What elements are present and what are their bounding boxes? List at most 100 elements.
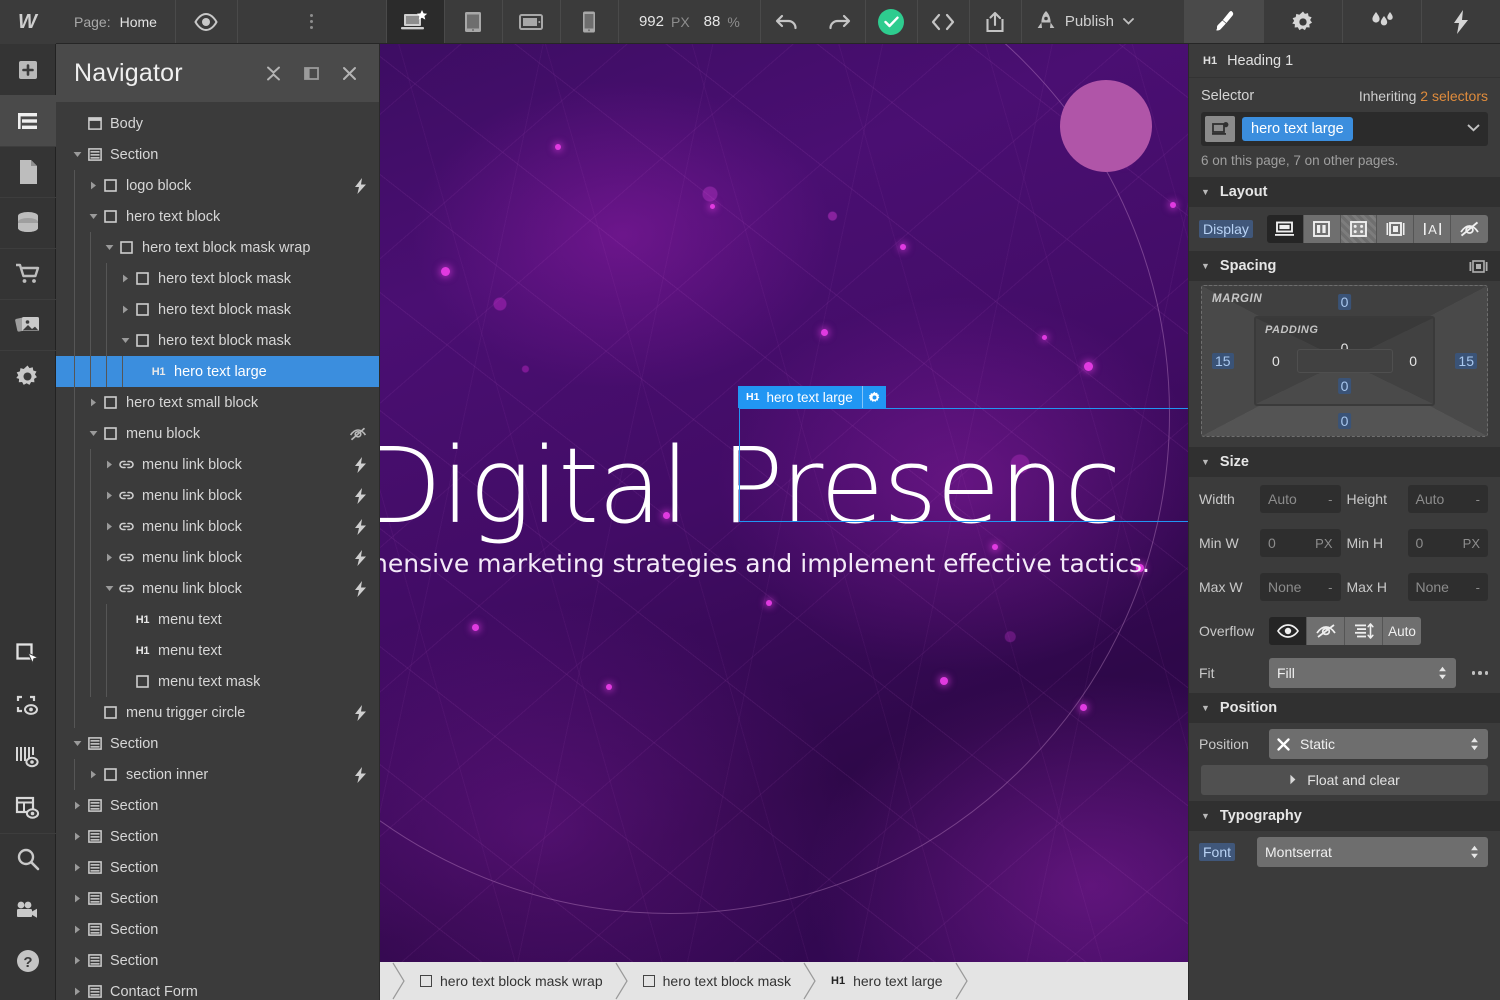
- tree-item[interactable]: menu link block: [56, 449, 379, 480]
- chevron-right-icon[interactable]: [102, 551, 116, 565]
- display-none[interactable]: [1451, 215, 1488, 243]
- tree-item[interactable]: hero text small block: [56, 387, 379, 418]
- fit-select[interactable]: Fill: [1269, 658, 1456, 688]
- interaction-bolt-icon[interactable]: [354, 487, 367, 504]
- tree-item[interactable]: menu link block: [56, 573, 379, 604]
- tree-item[interactable]: H1 menu text: [56, 604, 379, 635]
- display-block[interactable]: [1266, 215, 1304, 243]
- section-header-layout[interactable]: ▼ Layout: [1189, 177, 1500, 207]
- tree-item[interactable]: Contact Form: [56, 976, 379, 1000]
- display-flex[interactable]: [1303, 215, 1341, 243]
- interaction-bolt-icon[interactable]: [354, 766, 367, 783]
- chevron-down-icon[interactable]: [86, 210, 100, 224]
- chevron-down-icon[interactable]: [86, 427, 100, 441]
- chevron-right-icon[interactable]: [86, 179, 100, 193]
- breadcrumb-item[interactable]: hero text block mask: [631, 962, 805, 1000]
- margin-right-value[interactable]: 15: [1455, 353, 1477, 369]
- rail-item-show-layout[interactable]: [0, 782, 56, 833]
- chevron-right-icon[interactable]: [70, 861, 84, 875]
- tree-item[interactable]: menu text mask: [56, 666, 379, 697]
- section-header-size[interactable]: ▼ Size: [1189, 447, 1500, 477]
- design-canvas[interactable]: Digital Presenc hensive marketing strate…: [380, 44, 1188, 1000]
- height-input[interactable]: Auto -: [1407, 485, 1488, 513]
- padding-bottom-value[interactable]: 0: [1337, 378, 1352, 394]
- hero-subtext[interactable]: hensive marketing strategies and impleme…: [380, 549, 1188, 578]
- class-chip[interactable]: hero text large: [1242, 117, 1353, 141]
- float-and-clear-button[interactable]: Float and clear: [1201, 765, 1488, 795]
- font-select[interactable]: Montserrat: [1257, 837, 1488, 867]
- hero-heading[interactable]: Digital Presenc: [380, 431, 1188, 541]
- tree-item[interactable]: hero text block mask: [56, 325, 379, 356]
- tab-interactions[interactable]: [1342, 0, 1421, 43]
- tree-item[interactable]: menu link block: [56, 542, 379, 573]
- chevron-right-icon[interactable]: [70, 923, 84, 937]
- maxw-input[interactable]: None -: [1260, 573, 1341, 601]
- chevron-right-icon[interactable]: [102, 458, 116, 472]
- overflow-scroll[interactable]: [1345, 617, 1383, 645]
- tree-item[interactable]: Section: [56, 883, 379, 914]
- rail-item-show-element-outlines[interactable]: [0, 680, 56, 731]
- chevron-down-icon[interactable]: [102, 241, 116, 255]
- rail-item-cms[interactable]: [0, 197, 56, 248]
- tree-item[interactable]: Section: [56, 728, 379, 759]
- section-header-position[interactable]: ▼ Position: [1189, 693, 1500, 723]
- padding-right-value[interactable]: 0: [1409, 353, 1417, 369]
- tree-item[interactable]: hero text block mask: [56, 294, 379, 325]
- dock-panel-icon[interactable]: [297, 65, 325, 82]
- more-options-button[interactable]: [238, 0, 386, 43]
- webflow-logo[interactable]: W: [0, 0, 56, 44]
- tree-item[interactable]: hero text block mask wrap: [56, 232, 379, 263]
- tree-item[interactable]: H1 menu text: [56, 635, 379, 666]
- maxh-input[interactable]: None -: [1407, 573, 1488, 601]
- tree-item[interactable]: Section: [56, 139, 379, 170]
- interaction-bolt-icon[interactable]: [354, 549, 367, 566]
- margin-top-value[interactable]: 0: [1337, 294, 1352, 310]
- code-view-button[interactable]: [916, 0, 969, 43]
- chevron-right-icon[interactable]: [70, 799, 84, 813]
- chevron-right-icon[interactable]: [70, 954, 84, 968]
- breadcrumb-item[interactable]: H1 hero text large: [819, 962, 957, 1000]
- tree-item[interactable]: H1 hero text large: [56, 356, 379, 387]
- position-select[interactable]: Static: [1269, 729, 1488, 759]
- rail-item-help[interactable]: ?: [0, 935, 56, 986]
- width-input[interactable]: Auto -: [1260, 485, 1341, 513]
- close-icon[interactable]: [335, 65, 363, 82]
- rail-item-assets[interactable]: [0, 299, 56, 350]
- gear-icon[interactable]: [861, 386, 886, 408]
- padding-box[interactable]: PADDING 0 0 0 0: [1254, 316, 1435, 406]
- overflow-visible[interactable]: [1269, 617, 1307, 645]
- minh-input[interactable]: 0 PX: [1407, 529, 1488, 557]
- navigator-tree[interactable]: Body Section logo block hero text block hero…: [56, 102, 379, 1000]
- rail-item-pages[interactable]: [0, 146, 56, 197]
- chevron-down-icon[interactable]: [102, 582, 116, 596]
- section-header-typography[interactable]: ▼ Typography: [1189, 801, 1500, 831]
- redo-button[interactable]: [813, 0, 865, 43]
- display-inline[interactable]: A: [1414, 215, 1452, 243]
- margin-box[interactable]: MARGIN 0 0 15 15 PADDING 0 0 0 0: [1201, 285, 1488, 437]
- x-icon[interactable]: [1277, 737, 1290, 751]
- chevron-right-icon[interactable]: [118, 303, 132, 317]
- chevron-right-icon[interactable]: [86, 396, 100, 410]
- tab-settings[interactable]: [1263, 0, 1342, 43]
- tree-item[interactable]: Section: [56, 945, 379, 976]
- rail-item-add-elements[interactable]: [0, 44, 56, 95]
- selection-label-badge[interactable]: H1 hero text large: [738, 386, 886, 408]
- interaction-bolt-icon[interactable]: [354, 580, 367, 597]
- publish-button[interactable]: Publish: [1020, 0, 1157, 43]
- state-icon[interactable]: [1205, 116, 1235, 142]
- save-status-indicator[interactable]: [864, 0, 917, 43]
- rail-item-search[interactable]: [0, 833, 56, 884]
- breadcrumb-item[interactable]: hero text block mask wrap: [408, 962, 617, 1000]
- rail-item-show-grid[interactable]: [0, 731, 56, 782]
- tree-item[interactable]: section inner: [56, 759, 379, 790]
- chevron-right-icon[interactable]: [70, 892, 84, 906]
- tree-item[interactable]: Section: [56, 914, 379, 945]
- tab-style[interactable]: [1184, 0, 1263, 43]
- inheriting-count[interactable]: 2 selectors: [1420, 88, 1488, 104]
- minw-input[interactable]: 0 PX: [1260, 529, 1341, 557]
- chevron-down-icon[interactable]: [70, 148, 84, 162]
- interaction-bolt-icon[interactable]: [354, 518, 367, 535]
- display-inline-block[interactable]: [1377, 215, 1415, 243]
- tree-item[interactable]: hero text block: [56, 201, 379, 232]
- interaction-bolt-icon[interactable]: [354, 704, 367, 721]
